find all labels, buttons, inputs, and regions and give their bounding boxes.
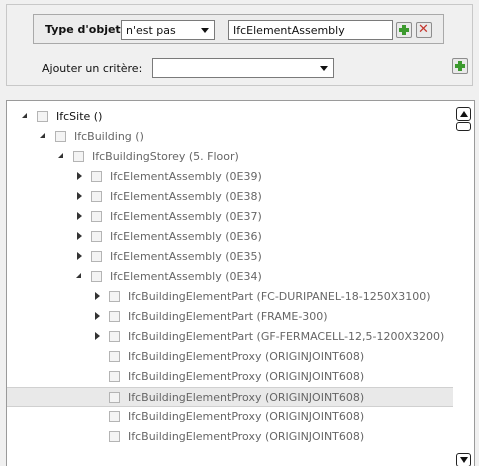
criterion-value-input[interactable] xyxy=(228,20,393,40)
plus-icon xyxy=(399,25,409,35)
tree-row-checkbox[interactable] xyxy=(109,431,120,442)
expand-icon[interactable] xyxy=(77,192,82,200)
add-criterion-label: Ajouter un critère: xyxy=(42,62,143,75)
expand-icon[interactable] xyxy=(77,212,82,220)
tree-row-label: IfcBuildingElementProxy (ORIGINJOINT608) xyxy=(128,410,365,423)
tree-row-checkbox[interactable] xyxy=(109,392,120,403)
remove-criterion-button[interactable]: ✕ xyxy=(416,22,432,38)
tree-row[interactable]: IfcBuildingElementPart (GF-FERMACELL-12,… xyxy=(7,327,455,347)
tree-row[interactable]: IfcBuildingElementProxy (ORIGINJOINT608) xyxy=(7,427,455,447)
tree-row-label: IfcBuildingElementPart (FRAME-300) xyxy=(128,310,328,323)
tree-row[interactable]: IfcBuilding () xyxy=(7,127,455,147)
tree-row[interactable]: IfcElementAssembly (0E36) xyxy=(7,227,455,247)
expand-icon[interactable] xyxy=(77,232,82,240)
tree-row-label: IfcBuildingElementProxy (ORIGINJOINT608) xyxy=(128,370,365,383)
tree-row-label: IfcElementAssembly (0E39) xyxy=(110,170,262,183)
operator-value: n'est pas xyxy=(126,24,176,37)
add-criterion-dropdown[interactable] xyxy=(152,58,334,78)
add-condition-button[interactable] xyxy=(396,22,412,38)
tree-row-label: IfcBuildingElementProxy (ORIGINJOINT608) xyxy=(128,430,365,443)
tree-row-checkbox[interactable] xyxy=(91,211,102,222)
vertical-scrollbar[interactable] xyxy=(453,101,474,466)
filter-panel: Type d'objet n'est pas ✕ Ajouter un crit… xyxy=(6,4,473,86)
tree-row-label: IfcSite () xyxy=(56,110,103,123)
tree-row-label: IfcElementAssembly (0E36) xyxy=(110,230,262,243)
tree-row-checkbox[interactable] xyxy=(109,351,120,362)
tree-row-checkbox[interactable] xyxy=(91,191,102,202)
tree-row[interactable]: IfcBuildingElementPart (FC-DURIPANEL-18-… xyxy=(7,287,455,307)
tree-row[interactable]: IfcElementAssembly (0E38) xyxy=(7,187,455,207)
ifc-tree-view[interactable]: IfcSite () IfcBuilding () IfcBuildingStore… xyxy=(6,100,475,466)
tree-row-checkbox[interactable] xyxy=(91,271,102,282)
scroll-up-button[interactable] xyxy=(456,107,471,121)
tree-row[interactable]: IfcElementAssembly (0E37) xyxy=(7,207,455,227)
tree-row-checkbox[interactable] xyxy=(109,411,120,422)
tree-row-label: IfcElementAssembly (0E37) xyxy=(110,210,262,223)
expand-icon[interactable] xyxy=(95,332,100,340)
tree-row-label: IfcBuildingStorey (5. Floor) xyxy=(92,150,239,163)
expand-icon[interactable] xyxy=(95,292,100,300)
expand-icon[interactable] xyxy=(77,252,82,260)
tree-row[interactable]: IfcBuildingElementPart (FRAME-300) xyxy=(7,307,455,327)
tree-row[interactable]: IfcBuildingElementProxy (ORIGINJOINT608) xyxy=(7,347,455,367)
tree-row-label: IfcElementAssembly (0E35) xyxy=(110,250,262,263)
tree-row-checkbox[interactable] xyxy=(55,131,66,142)
chevron-down-icon xyxy=(320,66,328,71)
tree-row[interactable]: IfcBuildingElementProxy (ORIGINJOINT608) xyxy=(7,407,455,427)
tree-row[interactable]: IfcSite () xyxy=(7,107,455,127)
tree-row-label: IfcBuildingElementPart (GF-FERMACELL-12,… xyxy=(128,330,445,343)
tree-row-label: IfcElementAssembly (0E38) xyxy=(110,190,262,203)
tree-row[interactable]: IfcBuildingElementProxy (ORIGINJOINT608) xyxy=(7,367,455,387)
scroll-down-button[interactable] xyxy=(456,453,471,466)
tree-row-checkbox[interactable] xyxy=(109,371,120,382)
tree-row-checkbox[interactable] xyxy=(109,311,120,322)
tree-row[interactable]: IfcElementAssembly (0E34) xyxy=(7,267,455,287)
collapse-icon[interactable] xyxy=(58,153,63,158)
expand-icon[interactable] xyxy=(77,172,82,180)
tree-row-checkbox[interactable] xyxy=(73,151,84,162)
tree-row-checkbox[interactable] xyxy=(91,171,102,182)
tree-row-checkbox[interactable] xyxy=(91,231,102,242)
tree-row-checkbox[interactable] xyxy=(37,111,48,122)
close-icon: ✕ xyxy=(418,22,429,37)
tree-row[interactable]: IfcElementAssembly (0E39) xyxy=(7,167,455,187)
tree-row-label: IfcBuildingElementProxy (ORIGINJOINT608) xyxy=(128,391,365,404)
scroll-thumb[interactable] xyxy=(456,122,471,131)
criterion-row: Type d'objet n'est pas ✕ xyxy=(33,14,444,44)
plus-icon xyxy=(455,61,465,71)
collapse-icon[interactable] xyxy=(76,273,81,278)
collapse-icon[interactable] xyxy=(40,133,45,138)
tree-row-label: IfcBuildingElementProxy (ORIGINJOINT608) xyxy=(128,350,365,363)
chevron-down-icon xyxy=(201,28,209,33)
object-type-label: Type d'objet xyxy=(45,23,121,36)
tree-row-checkbox[interactable] xyxy=(109,291,120,302)
add-criterion-button[interactable] xyxy=(452,58,468,74)
operator-dropdown[interactable]: n'est pas xyxy=(121,20,215,40)
expand-icon[interactable] xyxy=(95,312,100,320)
tree-row-checkbox[interactable] xyxy=(91,251,102,262)
tree-row[interactable]: IfcBuildingStorey (5. Floor) xyxy=(7,147,455,167)
tree-row-checkbox[interactable] xyxy=(109,331,120,342)
tree-row[interactable]: IfcBuildingElementProxy (ORIGINJOINT608) xyxy=(7,387,455,407)
tree-row-label: IfcElementAssembly (0E34) xyxy=(110,270,262,283)
tree-row[interactable]: IfcElementAssembly (0E35) xyxy=(7,247,455,267)
tree-row-label: IfcBuildingElementPart (FC-DURIPANEL-18-… xyxy=(128,290,431,303)
tree-row-label: IfcBuilding () xyxy=(74,130,144,143)
collapse-icon[interactable] xyxy=(22,113,27,118)
